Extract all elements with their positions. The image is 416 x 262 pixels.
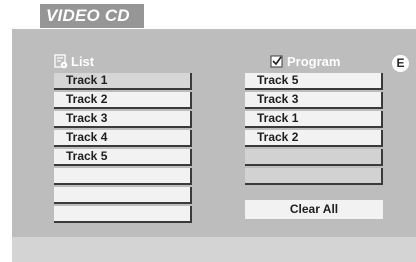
program-row-2[interactable]: Track 3 [245, 92, 383, 109]
track-list: Track 1 Track 2 Track 3 Track 4 Track 5 [54, 73, 192, 225]
program-header: Program [270, 54, 340, 69]
clear-all-button[interactable]: Clear All [245, 200, 383, 219]
program-row-5[interactable] [245, 149, 383, 166]
list-row-2[interactable]: Track 2 [54, 92, 192, 109]
list-row-7[interactable] [54, 187, 192, 204]
list-header: List [54, 54, 94, 69]
program-row-1[interactable]: Track 5 [245, 73, 383, 90]
program-row-6[interactable] [245, 168, 383, 185]
list-row-6[interactable] [54, 168, 192, 185]
list-row-1[interactable]: Track 1 [54, 73, 192, 90]
mode-label: VIDEO CD [40, 4, 144, 28]
list-row-3[interactable]: Track 3 [54, 111, 192, 128]
program-title: Program [287, 54, 341, 69]
program-row-4[interactable]: Track 2 [245, 130, 383, 147]
vcd-program-screen: List Program E Track 1 Track 2 Track 3 T… [12, 29, 416, 262]
list-disc-icon [54, 54, 68, 69]
list-row-8[interactable] [54, 206, 192, 223]
checkbox-checked-icon [270, 54, 284, 69]
program-list: Track 5 Track 3 Track 1 Track 2 [245, 73, 383, 187]
program-row-3[interactable]: Track 1 [245, 111, 383, 128]
language-badge: E [392, 55, 409, 72]
list-row-4[interactable]: Track 4 [54, 130, 192, 147]
list-title: List [71, 54, 95, 69]
list-row-5[interactable]: Track 5 [54, 149, 192, 166]
status-bar [12, 237, 416, 262]
